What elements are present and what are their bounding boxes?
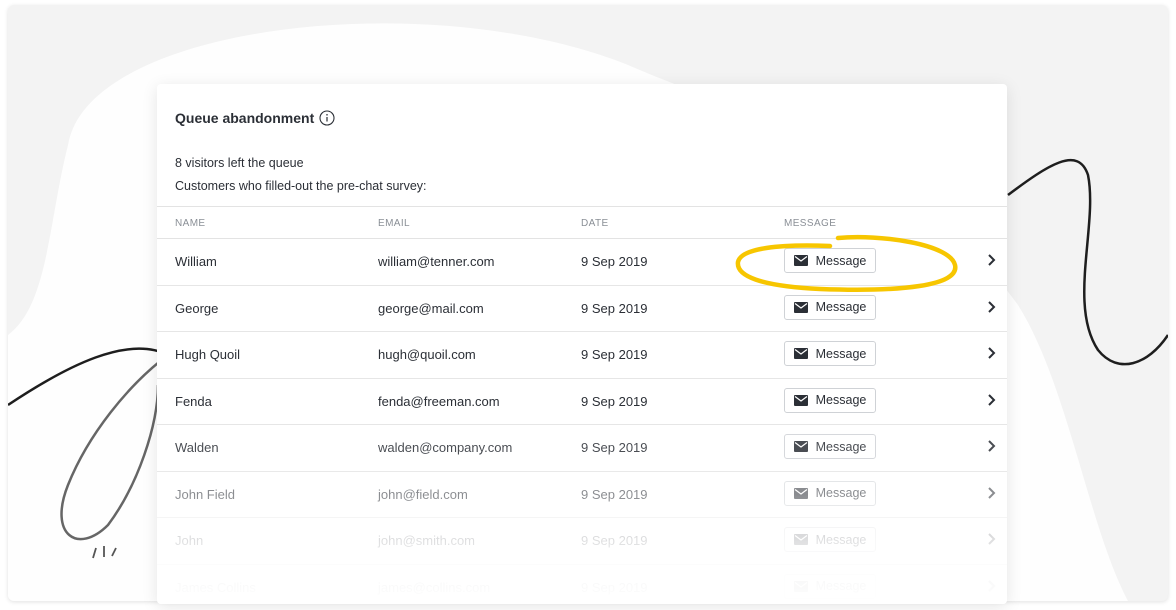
row-email: john@smith.com bbox=[378, 533, 476, 548]
row-email: george@mail.com bbox=[378, 300, 484, 316]
header-message: MESSAGE bbox=[784, 218, 837, 229]
header-email: EMAIL bbox=[378, 218, 411, 229]
message-button-label: Message bbox=[815, 346, 867, 361]
message-button[interactable]: Message bbox=[784, 434, 876, 459]
row-name: John bbox=[175, 533, 204, 548]
envelope-icon bbox=[793, 487, 808, 499]
message-button-label: Message bbox=[815, 253, 867, 268]
table-header: NAME EMAIL DATE MESSAGE bbox=[157, 206, 1007, 239]
message-button[interactable]: Message bbox=[784, 294, 876, 320]
message-button-label: Message bbox=[815, 486, 867, 500]
table-row[interactable]: George george@mail.com 9 Sep 2019 Messag… bbox=[157, 286, 1007, 332]
envelope-icon bbox=[793, 301, 808, 313]
row-email: william@tenner.com bbox=[378, 254, 495, 269]
message-button[interactable]: Message bbox=[784, 248, 876, 273]
info-icon[interactable] bbox=[319, 110, 335, 126]
row-date: 9 Sep 2019 bbox=[581, 393, 648, 409]
message-button-label: Message bbox=[815, 439, 867, 454]
message-button-label: Message bbox=[815, 532, 867, 547]
row-date: 9 Sep 2019 bbox=[581, 300, 648, 316]
row-date: 9 Sep 2019 bbox=[581, 533, 648, 548]
envelope-icon bbox=[793, 255, 808, 266]
chevron-right-icon[interactable] bbox=[987, 393, 997, 407]
message-button[interactable]: Message bbox=[784, 387, 876, 413]
chevron-right-icon[interactable] bbox=[987, 300, 997, 314]
row-date: 9 Sep 2019 bbox=[581, 579, 648, 595]
card-header: Queue abandonment bbox=[175, 110, 335, 126]
envelope-icon bbox=[793, 441, 808, 452]
row-date: 9 Sep 2019 bbox=[581, 440, 648, 455]
row-name: Walden bbox=[175, 440, 219, 455]
row-date: 9 Sep 2019 bbox=[581, 347, 648, 362]
message-button-label: Message bbox=[815, 300, 867, 314]
message-button-label: Message bbox=[815, 579, 867, 593]
message-button[interactable]: Message bbox=[784, 480, 876, 506]
table-row[interactable]: Walden walden@company.com 9 Sep 2019 Mes… bbox=[157, 425, 1007, 472]
card-title: Queue abandonment bbox=[175, 110, 315, 126]
envelope-icon bbox=[793, 348, 808, 359]
abandonment-table: NAME EMAIL DATE MESSAGE William william@… bbox=[157, 206, 1007, 604]
row-email: walden@company.com bbox=[378, 440, 513, 455]
chevron-right-icon[interactable] bbox=[987, 346, 997, 360]
table-row[interactable]: James Collins james@collins.com 9 Sep 20… bbox=[157, 565, 1007, 605]
envelope-icon bbox=[793, 394, 808, 406]
chevron-right-icon[interactable] bbox=[987, 253, 997, 267]
row-date: 9 Sep 2019 bbox=[581, 254, 648, 269]
row-email: hugh@quoil.com bbox=[378, 347, 476, 362]
row-name: James Collins bbox=[175, 579, 256, 595]
chevron-right-icon[interactable] bbox=[987, 579, 997, 593]
envelope-icon bbox=[793, 534, 808, 545]
table-row[interactable]: John john@smith.com 9 Sep 2019 Message bbox=[157, 518, 1007, 565]
row-name: John Field bbox=[175, 486, 235, 502]
row-name: William bbox=[175, 254, 217, 269]
message-button-label: Message bbox=[815, 393, 867, 407]
visitors-summary: 8 visitors left the queue bbox=[175, 156, 304, 170]
chevron-right-icon[interactable] bbox=[987, 532, 997, 546]
header-date: DATE bbox=[581, 218, 609, 229]
row-name: George bbox=[175, 300, 219, 316]
table-row[interactable]: Fenda fenda@freeman.com 9 Sep 2019 Messa… bbox=[157, 379, 1007, 425]
row-email: james@collins.com bbox=[378, 579, 491, 595]
chevron-right-icon[interactable] bbox=[987, 439, 997, 453]
row-name: Fenda bbox=[175, 393, 212, 409]
table-row[interactable]: Hugh Quoil hugh@quoil.com 9 Sep 2019 Mes… bbox=[157, 332, 1007, 379]
chevron-right-icon[interactable] bbox=[987, 486, 997, 500]
survey-subtitle: Customers who filled-out the pre-chat su… bbox=[175, 179, 427, 193]
envelope-icon bbox=[793, 580, 808, 592]
table-row[interactable]: William william@tenner.com 9 Sep 2019 Me… bbox=[157, 239, 1007, 286]
row-email: fenda@freeman.com bbox=[378, 393, 500, 409]
message-button[interactable]: Message bbox=[784, 573, 876, 599]
row-date: 9 Sep 2019 bbox=[581, 486, 648, 502]
header-name: NAME bbox=[175, 218, 206, 229]
row-name: Hugh Quoil bbox=[175, 347, 241, 362]
table-row[interactable]: John Field john@field.com 9 Sep 2019 Mes… bbox=[157, 472, 1007, 518]
message-button[interactable]: Message bbox=[784, 527, 876, 552]
row-email: john@field.com bbox=[378, 486, 468, 502]
message-button[interactable]: Message bbox=[784, 341, 876, 366]
queue-abandonment-card: Queue abandonment 8 visitors left the qu… bbox=[157, 84, 1007, 604]
